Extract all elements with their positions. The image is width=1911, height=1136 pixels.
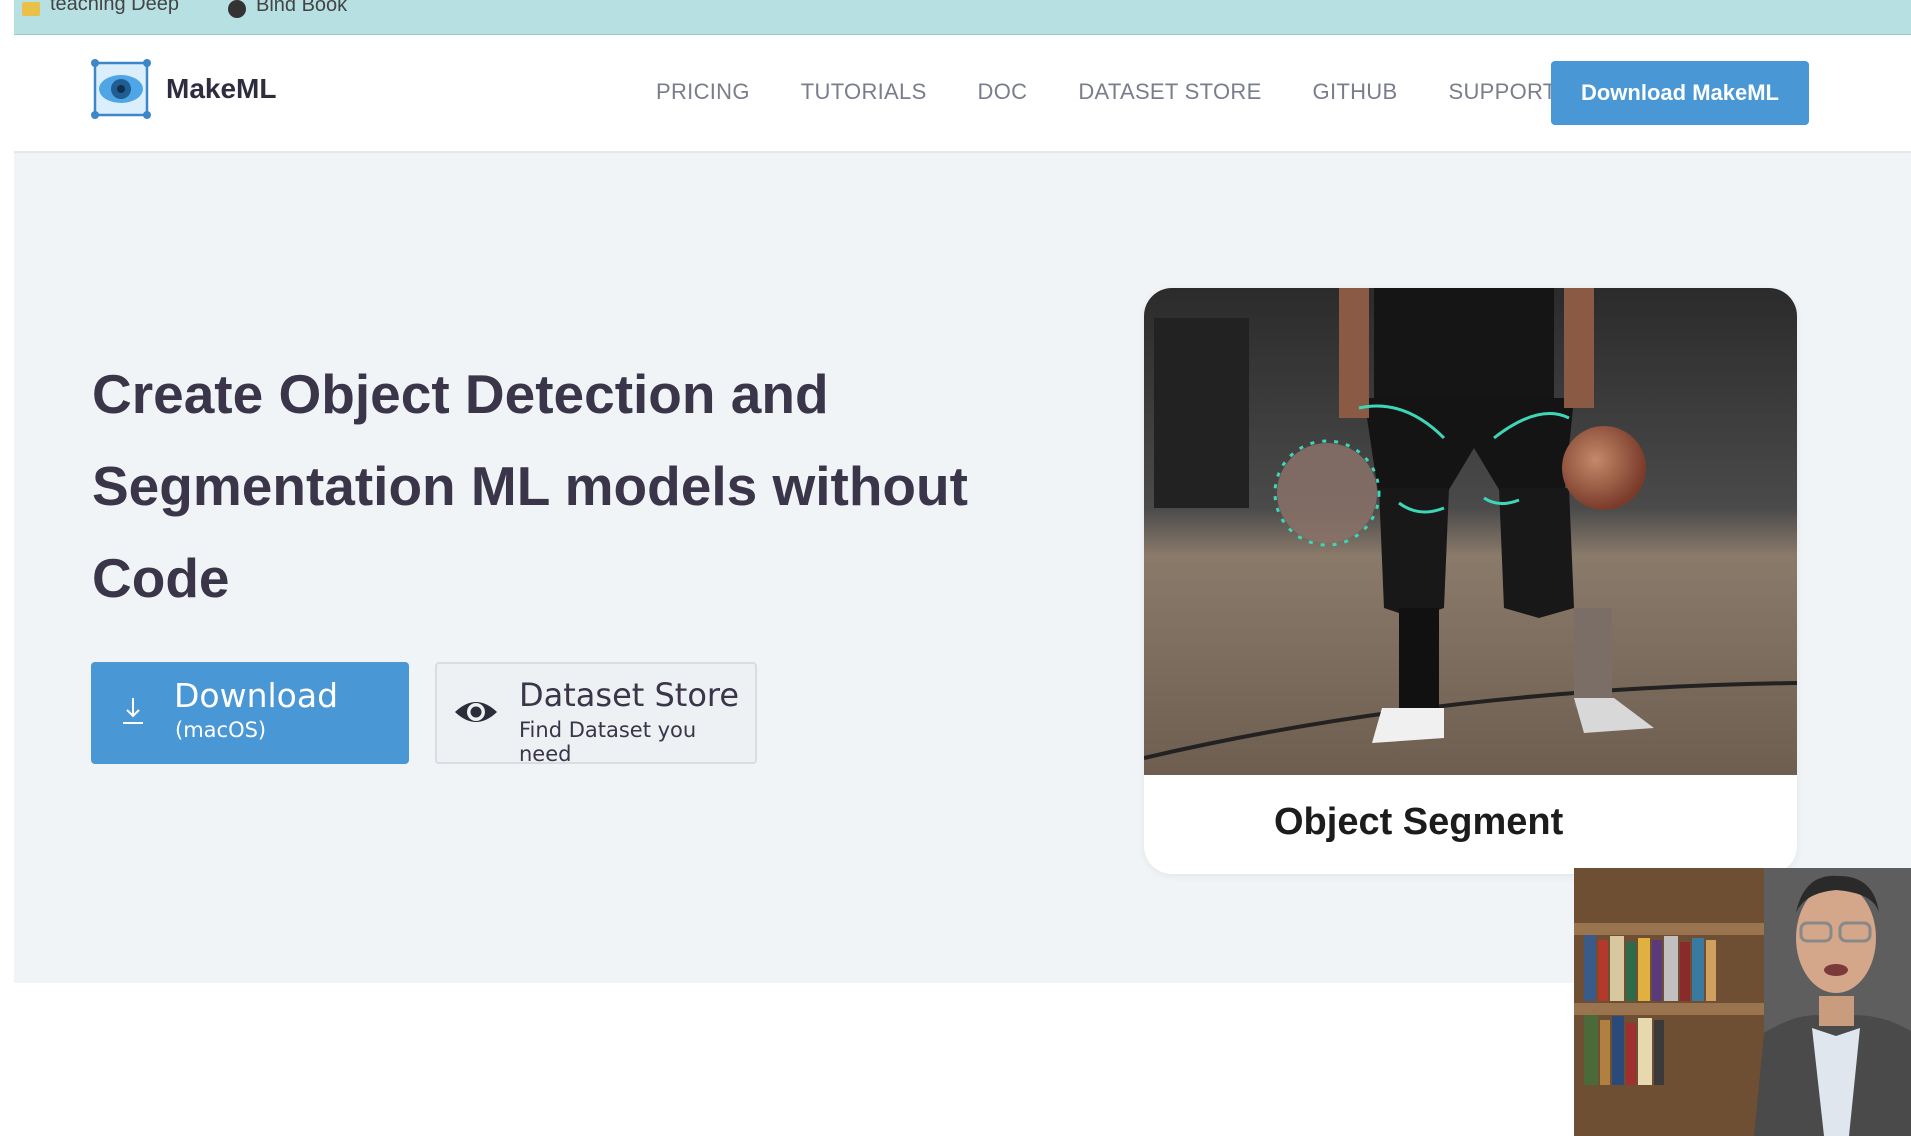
bookmark-bind-book[interactable]: Bind Book: [228, 0, 347, 18]
segmentation-demo-card: Object Segment: [1144, 288, 1797, 874]
brand-name: MakeML: [166, 73, 277, 104]
dataset-store-label: Dataset Store: [519, 676, 740, 714]
headline-line: Segmentation ML models without: [92, 455, 968, 517]
hero-section: Create Object Detection and Segmentation…: [14, 153, 1911, 1136]
nav-link-github[interactable]: GITHUB: [1313, 79, 1398, 105]
nav-links: PRICING TUTORIALS DOC DATASET STORE GITH…: [656, 79, 1557, 105]
download-label: Download: [174, 676, 339, 715]
top-navbar: MakeML PRICING TUTORIALS DOC DATASET STO…: [14, 35, 1911, 153]
folder-icon: [22, 2, 40, 16]
nav-link-dataset-store[interactable]: DATASET STORE: [1078, 79, 1261, 105]
nav-link-support[interactable]: SUPPORT: [1448, 79, 1556, 105]
download-makeml-button[interactable]: Download MakeML: [1551, 61, 1809, 125]
nav-link-pricing[interactable]: PRICING: [656, 79, 750, 105]
basketball-player-image: [1144, 288, 1797, 775]
eye-logo-icon: [90, 58, 152, 120]
bookmarks-bar: teaching Deep Bind Book: [14, 0, 1911, 35]
bookmark-label: teaching Deep: [50, 0, 179, 15]
eye-icon: [455, 702, 497, 722]
download-sublabel: (macOS): [175, 718, 267, 742]
headline-line: Code: [92, 547, 230, 609]
headline-line: Create Object Detection and: [92, 363, 829, 425]
download-icon: [123, 698, 143, 724]
nav-link-tutorials[interactable]: TUTORIALS: [801, 79, 927, 105]
globe-icon: [228, 0, 246, 18]
presenter-webcam-overlay: [1574, 868, 1911, 1136]
dataset-store-sublabel: Find Dataset you need: [519, 718, 697, 766]
presenter-video-frame: [1574, 868, 1911, 1136]
card-caption: Object Segment: [1274, 801, 1564, 843]
bookmark-teaching-deep[interactable]: teaching Deep: [22, 0, 179, 16]
bookmark-label: Bind Book: [256, 0, 348, 16]
hero-headline: Create Object Detection and Segmentation…: [92, 348, 1052, 624]
dataset-store-button[interactable]: Dataset Store Find Dataset you need: [435, 662, 757, 766]
brand-logo[interactable]: MakeML: [90, 58, 276, 120]
nav-link-doc[interactable]: DOC: [978, 79, 1028, 105]
download-macos-button[interactable]: Download (macOS): [91, 662, 409, 764]
